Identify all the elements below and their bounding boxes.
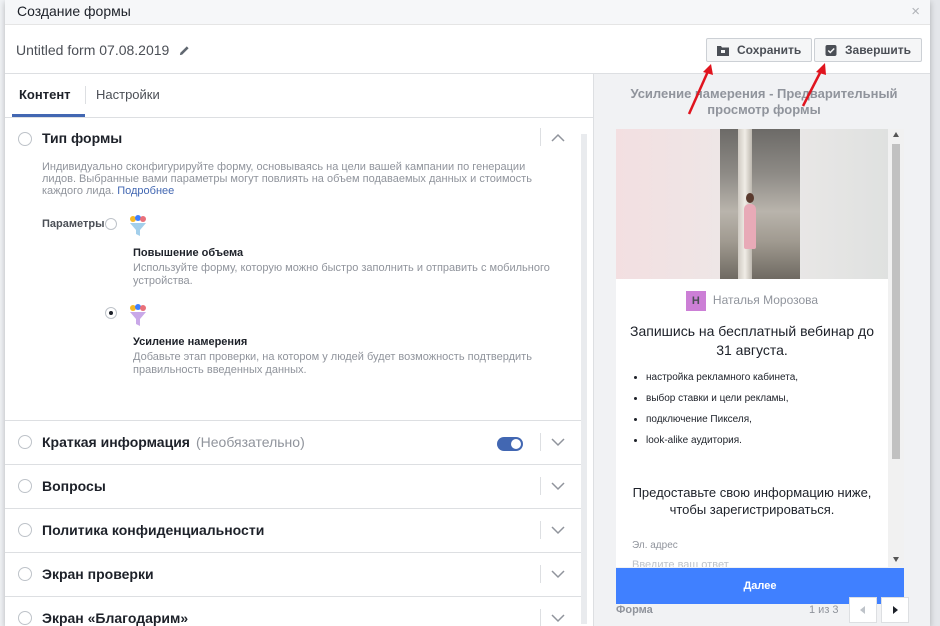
params-label: Параметры [42,218,105,230]
dialog-title: Создание формы [17,3,131,19]
option-desc-intent: Добавьте этап проверки, на котором у люд… [133,351,532,376]
chevron-divider [540,565,541,583]
section-radio[interactable] [18,132,32,146]
section-title: Экран «Благодарим» [42,610,189,626]
optional-label: (Необязательно) [195,434,305,450]
chevron-divider [540,521,541,539]
funnel-intent-icon [130,304,146,326]
section-privacy-policy[interactable]: Политика конфиденциальности [5,509,585,553]
section-title: Вопросы [42,478,106,494]
close-icon[interactable]: × [911,3,920,20]
list-item: look-alike аудитория. [646,435,798,447]
list-item: выбор ставки и цели рекламы, [646,393,798,405]
chevron-down-icon[interactable] [551,482,565,491]
dialog-title-bar: Создание формы × [5,0,930,25]
section-radio[interactable] [18,435,32,449]
email-field[interactable]: Введите ваш ответ [632,559,729,567]
section-title: Тип формы [42,130,123,146]
section-radio[interactable] [18,479,32,493]
section-title: Экран проверки [42,566,154,582]
create-form-dialog: Создание формы × Untitled form 07.08.201… [5,0,930,626]
intro-toggle[interactable] [497,437,523,451]
preview-info-text: Предоставьте свою информацию ниже, чтобы… [632,485,872,517]
preview-headline: Запишись на бесплатный вебинар до 31 авг… [630,323,874,358]
preview-phone: Н Наталья Морозова Запишись на бесплатный… [616,129,904,567]
funnel-volume-icon [130,215,146,236]
list-item: подключение Пикселя, [646,414,798,426]
preview-scrollbar[interactable] [888,129,904,567]
chevron-divider [540,128,541,146]
option-title-intent: Усиление намерения [133,336,248,348]
section-radio[interactable] [18,523,32,537]
form-type-description: Индивидуально сконфигурируйте форму, осн… [42,161,542,197]
photo-person [744,204,756,249]
form-name-text: Untitled form 07.08.2019 [16,42,170,58]
option-radio-intent[interactable] [105,307,117,319]
photo-person-head [746,193,754,203]
section-title-text: Краткая информация [42,434,190,450]
editor-panel: Контент Настройки Тип формы Индивидуальн… [5,74,594,626]
scrollbar-thumb[interactable] [892,144,900,459]
tab-divider [85,86,86,104]
finish-button-label: Завершить [845,43,912,57]
option-desc-volume: Используйте форму, которую можно быстро … [133,262,550,287]
hero-photo [720,129,800,279]
save-button-label: Сохранить [737,43,802,57]
section-thank-you-screen[interactable]: Экран «Благодарим» [5,597,585,626]
preview-footer-label: Форма [616,604,653,616]
scroll-down-icon[interactable] [893,557,899,562]
page-name-row: Н Наталья Морозова [616,291,888,311]
section-radio[interactable] [18,567,32,581]
finish-icon [825,44,837,56]
scroll-up-icon[interactable] [893,132,899,137]
prev-page-button[interactable] [849,597,877,623]
tab-bar: Контент Настройки [5,74,593,118]
section-review-screen[interactable]: Экран проверки [5,553,585,597]
description-text: Индивидуально сконфигурируйте форму, осн… [42,161,532,197]
section-questions[interactable]: Вопросы [5,465,585,509]
chevron-left-icon [860,606,865,614]
form-header: Untitled form 07.08.2019 Сохранить Завер… [5,25,930,74]
avatar: Н [685,291,706,311]
section-title: Краткая информация (Необязательно) [42,434,305,450]
email-field-label: Эл. адрес [632,540,678,551]
radio-selected-dot [109,311,113,315]
hero-image [616,129,888,279]
preview-bullet-list: настройка рекламного кабинета, выбор ста… [630,372,798,456]
page-indicator: 1 из 3 [809,604,839,616]
active-tab-indicator [12,114,85,117]
section-intro[interactable]: Краткая информация (Необязательно) [5,421,585,465]
preview-title: Усиление намерения - Предварительный про… [630,86,898,117]
chevron-divider [540,433,541,451]
background-page-edge [930,0,940,626]
section-radio[interactable] [18,611,32,625]
next-page-button[interactable] [881,597,909,623]
section-form-type: Тип формы Индивидуально сконфигурируйте … [5,118,585,421]
page-name: Наталья Морозова [712,293,819,308]
form-name[interactable]: Untitled form 07.08.2019 [16,42,190,58]
chevron-down-icon[interactable] [551,614,565,623]
finish-button[interactable]: Завершить [814,38,923,62]
chevron-divider [540,609,541,626]
folder-icon [717,45,729,56]
tab-content[interactable]: Контент [19,87,71,102]
learn-more-link[interactable]: Подробнее [117,185,174,197]
option-radio-volume[interactable] [105,218,117,230]
list-item: настройка рекламного кабинета, [646,372,798,384]
save-button[interactable]: Сохранить [706,38,813,62]
pencil-icon[interactable] [179,45,190,56]
section-title: Политика конфиденциальности [42,522,265,538]
chevron-down-icon[interactable] [551,438,565,447]
tab-settings[interactable]: Настройки [96,87,160,102]
editor-scrollbar[interactable] [581,134,587,624]
preview-panel: Усиление намерения - Предварительный про… [594,74,930,626]
chevron-down-icon[interactable] [551,526,565,535]
chevron-up-icon[interactable] [551,133,565,142]
chevron-right-icon [893,606,898,614]
option-title-volume: Повышение объема [133,247,244,259]
chevron-divider [540,477,541,495]
chevron-down-icon[interactable] [551,570,565,579]
